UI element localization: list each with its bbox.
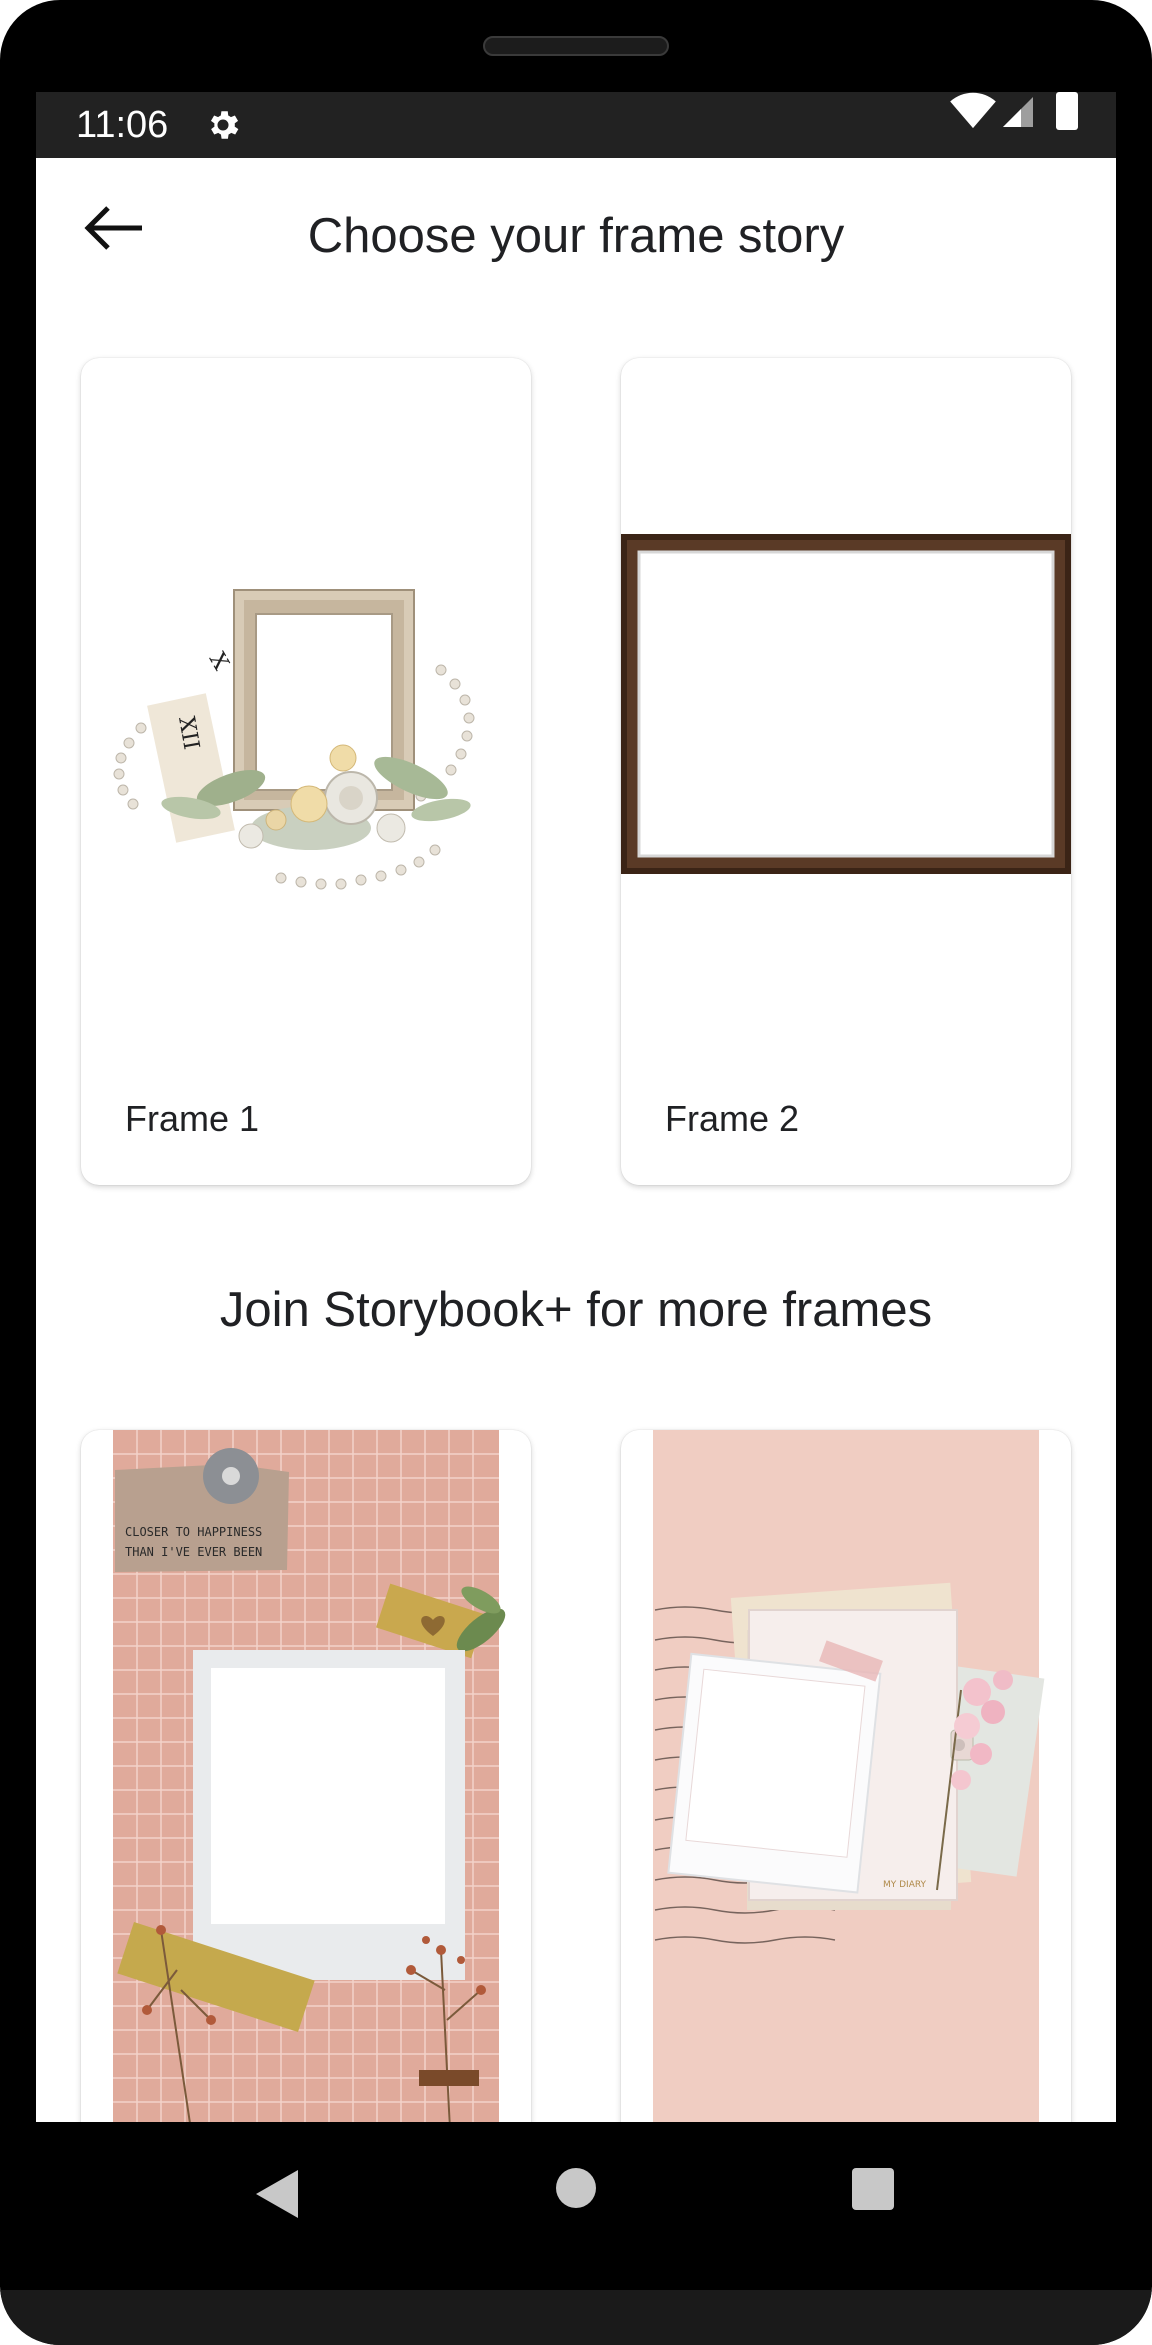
svg-text:X: X <box>204 649 234 675</box>
frame-card-2[interactable]: Frame 2 <box>621 358 1071 1185</box>
frame-1-thumbnail: XII III X <box>113 589 475 890</box>
nav-recents-icon[interactable] <box>852 2168 894 2210</box>
svg-text:THAN I'VE EVER BEEN: THAN I'VE EVER BEEN <box>125 1545 262 1559</box>
earpiece-speaker <box>483 36 669 56</box>
diary-cover-text: MY DIARY <box>883 1880 927 1890</box>
svg-text:CLOSER TO HAPPINESS: CLOSER TO HAPPINESS <box>125 1525 262 1539</box>
nav-home-icon[interactable] <box>556 2168 596 2208</box>
status-bar: 11:06 <box>36 92 1116 158</box>
wifi-icon <box>950 92 996 129</box>
app-screen: 11:06 Choose your frame story XII X Fram… <box>36 92 1116 2122</box>
battery-icon <box>1056 92 1078 130</box>
device-bottom-chin <box>0 2290 1152 2345</box>
frame-card-1[interactable]: XII III X <box>81 358 531 1185</box>
premium-frame-card-2[interactable]: MY DIARY <box>621 1430 1071 2122</box>
premium-frame-2-thumbnail: MY DIARY <box>653 1430 1045 2122</box>
page-title: Choose your frame story <box>307 209 845 263</box>
frame-2-label: Frame 2 <box>665 1098 800 1139</box>
settings-gear-icon <box>210 111 239 139</box>
system-nav-bar <box>0 2122 1152 2287</box>
cell-signal-icon <box>1003 97 1033 127</box>
frame-1-label: Frame 1 <box>125 1098 260 1139</box>
premium-frame-1-thumbnail: CLOSER TO HAPPINESS THAN I'VE EVER BEEN <box>113 1430 506 2122</box>
premium-frame-card-1[interactable]: CLOSER TO HAPPINESS THAN I'VE EVER BEEN <box>81 1430 531 2122</box>
nav-back-icon[interactable] <box>250 2166 302 2222</box>
device-frame: 11:06 Choose your frame story XII X Fram… <box>0 0 1152 2345</box>
status-time: 11:06 <box>76 104 169 146</box>
frame-2-thumbnail <box>621 534 1071 874</box>
premium-section-title: Join Storybook+ for more frames <box>219 1283 933 1337</box>
